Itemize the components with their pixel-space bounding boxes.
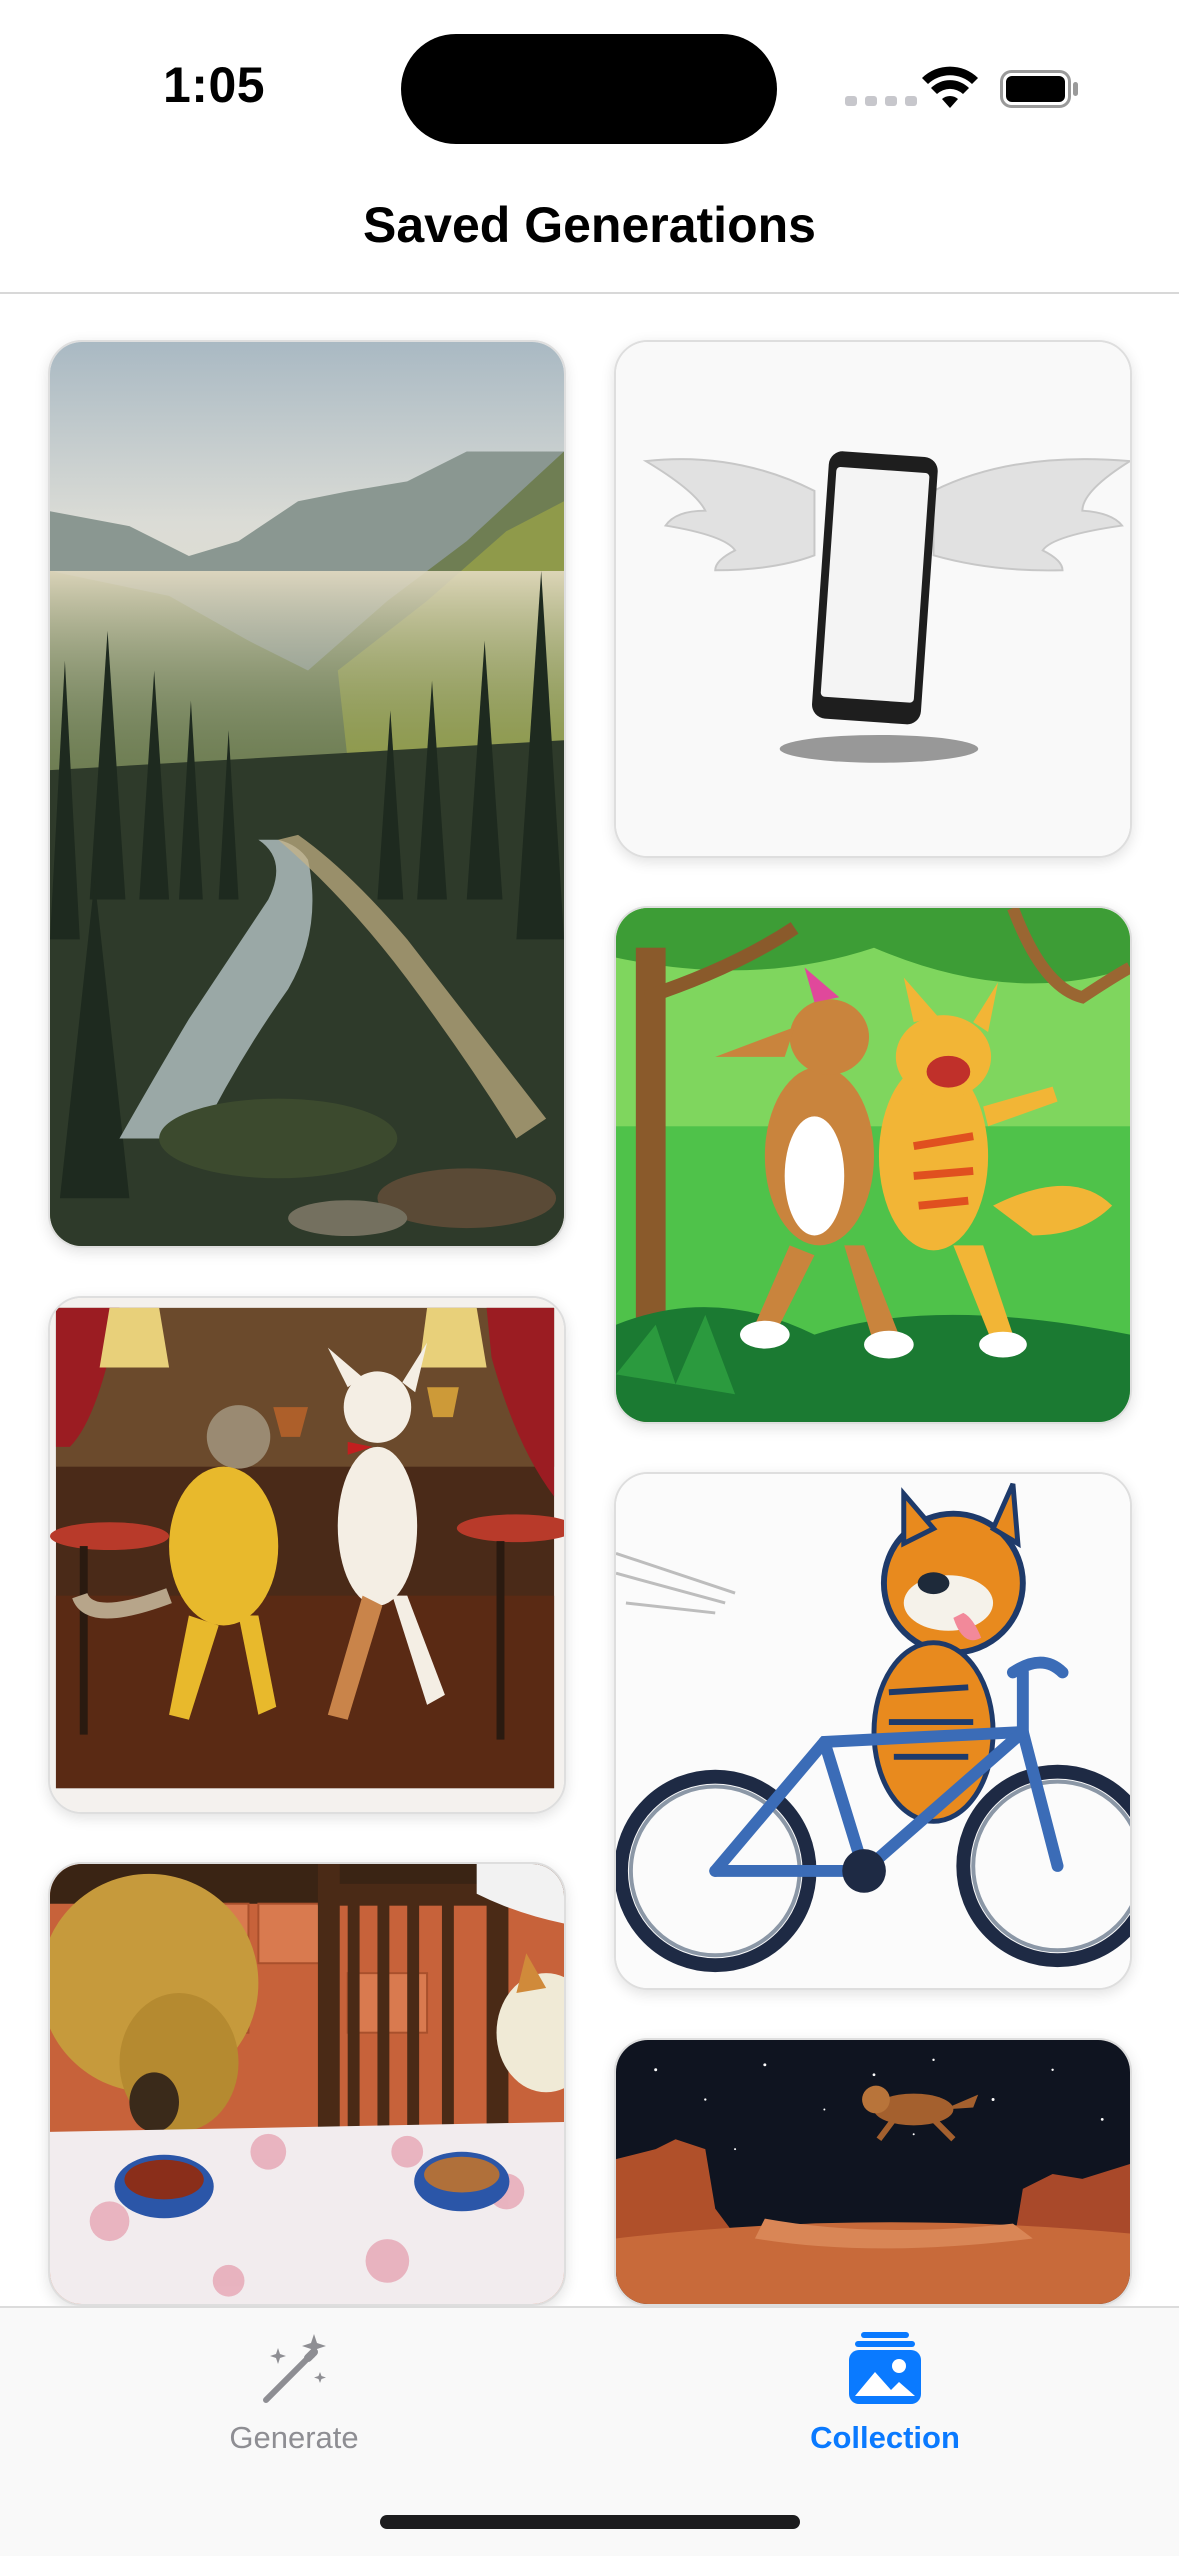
tab-collection[interactable]: Collection (685, 2308, 1085, 2468)
photo-stack-icon (849, 2332, 921, 2404)
battery-icon (1000, 70, 1078, 108)
status-bar: 1:05 (0, 0, 1179, 170)
gallery-item-cat-bicycle[interactable] (614, 1472, 1132, 1990)
gallery-item-dog-desert-night[interactable] (614, 2038, 1132, 2306)
wand-sparkles-icon (263, 2334, 326, 2403)
gallery-item-mountain-valley[interactable] (48, 340, 566, 1248)
cellular-signal-icon (845, 96, 917, 106)
gallery-item-pets-eating[interactable] (48, 1862, 566, 2306)
tab-generate-label: Generate (229, 2420, 359, 2455)
page-title: Saved Generations (363, 197, 816, 253)
tab-collection-label: Collection (810, 2420, 960, 2455)
nav-divider (0, 292, 1179, 294)
status-time: 1:05 (163, 57, 266, 113)
gallery-item-phone-wings[interactable] (614, 340, 1132, 858)
gallery-item-dancing-pets-forest[interactable] (614, 906, 1132, 1424)
home-indicator (380, 2515, 800, 2529)
gallery-item-pets-bar-painting[interactable] (48, 1296, 566, 1814)
tab-generate[interactable]: Generate (94, 2308, 494, 2468)
wifi-icon (922, 66, 978, 108)
dynamic-island (401, 34, 777, 144)
